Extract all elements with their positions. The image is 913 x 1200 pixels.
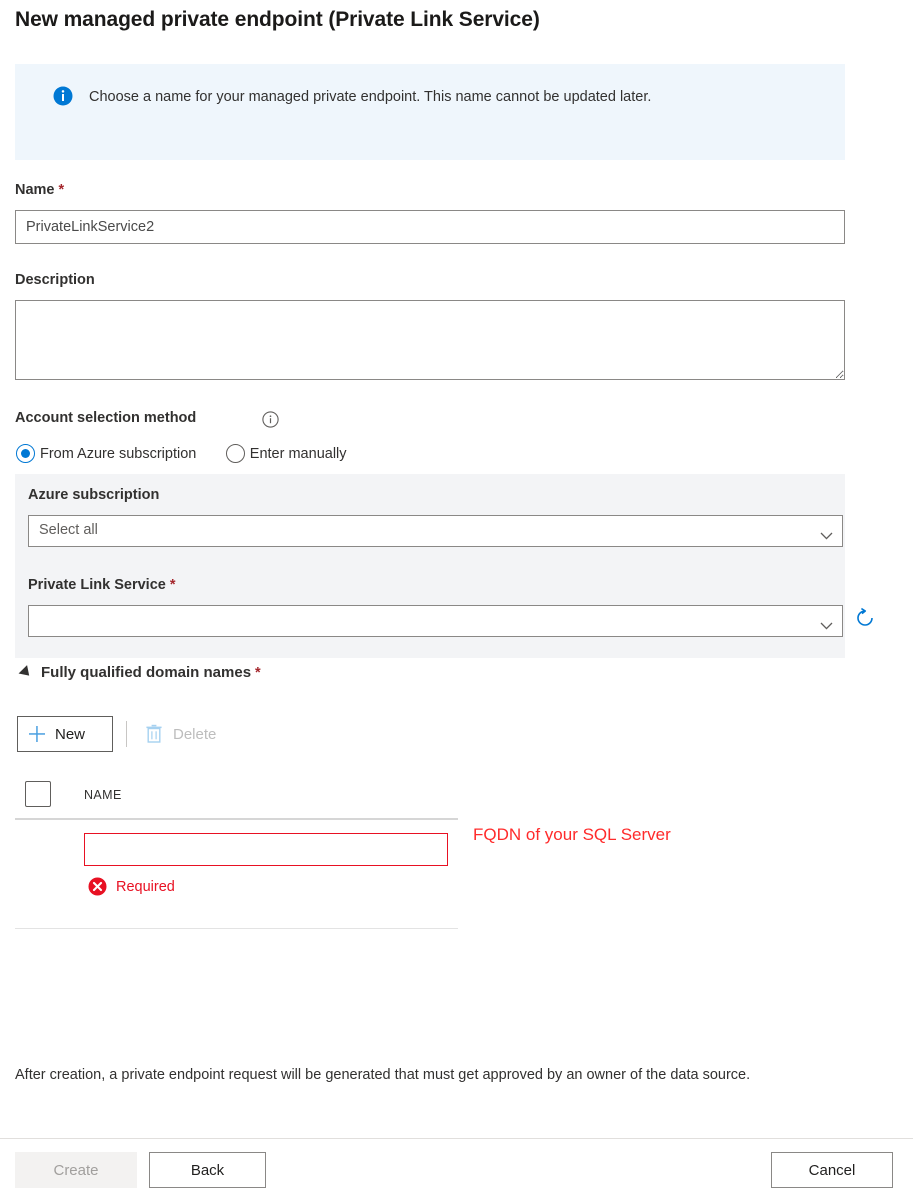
azure-subscription-panel: Azure subscription Select all Private Li… bbox=[15, 474, 845, 658]
info-banner: Choose a name for your managed private e… bbox=[15, 64, 845, 160]
radio-from-azure-subscription-label: From Azure subscription bbox=[40, 445, 197, 462]
create-button[interactable]: Create bbox=[15, 1152, 137, 1188]
fqdn-section-header-text: Fully qualified domain names bbox=[41, 664, 252, 681]
name-label: Name * bbox=[15, 182, 64, 198]
private-link-service-dropdown[interactable] bbox=[28, 605, 843, 637]
grid-column-header-name: NAME bbox=[84, 788, 122, 802]
toolbar-divider bbox=[126, 721, 127, 747]
error-x-icon bbox=[88, 877, 107, 896]
fqdn-error-row: Required bbox=[88, 877, 175, 896]
azure-subscription-dropdown[interactable]: Select all bbox=[28, 515, 843, 547]
fqdn-error-label: Required bbox=[116, 878, 175, 895]
description-textarea[interactable] bbox=[15, 300, 845, 380]
radio-selected-indicator bbox=[16, 444, 35, 463]
info-banner-text: Choose a name for your managed private e… bbox=[89, 89, 652, 105]
footer-divider bbox=[0, 1138, 913, 1139]
fqdn-required-star: * bbox=[255, 664, 261, 681]
account-selection-label: Account selection method bbox=[15, 410, 197, 426]
info-icon bbox=[53, 86, 73, 106]
footer-note: After creation, a private endpoint reque… bbox=[15, 1067, 751, 1083]
azure-subscription-value: Select all bbox=[39, 522, 98, 538]
cancel-button[interactable]: Cancel bbox=[771, 1152, 893, 1188]
name-required-star: * bbox=[58, 182, 65, 198]
back-button[interactable]: Back bbox=[149, 1152, 266, 1188]
delete-fqdn-button: Delete bbox=[145, 716, 216, 752]
new-fqdn-button[interactable]: New bbox=[17, 716, 113, 752]
grid-header-rule bbox=[15, 818, 458, 820]
private-link-service-required-star: * bbox=[169, 577, 176, 593]
radio-enter-manually-label: Enter manually bbox=[249, 445, 347, 462]
new-fqdn-button-label: New bbox=[55, 725, 86, 743]
fqdn-section-header[interactable]: Fully qualified domain names * bbox=[18, 664, 261, 681]
name-label-text: Name bbox=[15, 182, 55, 198]
grid-row-rule bbox=[15, 928, 458, 929]
radio-from-azure-subscription[interactable]: From Azure subscription bbox=[16, 444, 196, 463]
name-input[interactable] bbox=[15, 210, 845, 244]
triangle-collapse-icon bbox=[18, 665, 34, 680]
private-link-service-label-text: Private Link Service bbox=[28, 577, 166, 593]
page-title: New managed private endpoint (Private Li… bbox=[15, 8, 540, 31]
chevron-down-icon bbox=[820, 527, 833, 540]
select-all-checkbox[interactable] bbox=[25, 781, 51, 807]
delete-fqdn-button-label: Delete bbox=[173, 725, 217, 743]
description-label: Description bbox=[15, 272, 95, 288]
radio-unselected-indicator bbox=[225, 444, 245, 463]
refresh-icon[interactable] bbox=[853, 606, 877, 630]
private-link-service-label: Private Link Service * bbox=[28, 577, 176, 593]
azure-subscription-label: Azure subscription bbox=[28, 487, 160, 503]
fqdn-annotation-text: FQDN of your SQL Server bbox=[473, 825, 671, 844]
info-circle-icon[interactable] bbox=[262, 411, 279, 428]
radio-enter-manually[interactable]: Enter manually bbox=[225, 444, 347, 463]
trash-icon bbox=[145, 724, 163, 744]
account-selection-radio-group[interactable]: From Azure subscription Enter manually bbox=[16, 444, 347, 468]
chevron-down-icon bbox=[820, 617, 833, 630]
plus-icon bbox=[27, 724, 47, 744]
fqdn-name-input[interactable] bbox=[84, 833, 448, 866]
